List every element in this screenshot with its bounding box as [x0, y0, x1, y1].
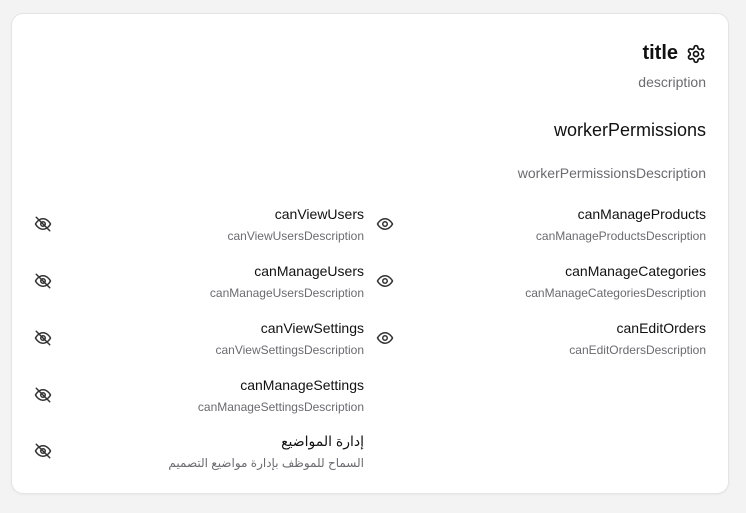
gear-icon	[686, 44, 706, 64]
eye-off-icon[interactable]	[34, 442, 52, 460]
permission-description: canViewSettingsDescription	[215, 343, 364, 357]
permission-item: canManageCategories canManageCategoriesD…	[376, 262, 706, 302]
permission-item: canManageUsers canManageUsersDescription	[34, 262, 364, 302]
card-header: title	[642, 42, 706, 65]
permission-label: canManageUsers	[254, 263, 364, 279]
permission-description: canViewUsersDescription	[227, 229, 365, 243]
permission-description: canEditOrdersDescription	[569, 343, 706, 357]
eye-off-icon[interactable]	[34, 272, 52, 290]
eye-icon[interactable]	[376, 329, 394, 347]
card-description: description	[638, 74, 706, 90]
permission-description: canManageUsersDescription	[209, 286, 364, 300]
permission-label: canManageProducts	[577, 206, 706, 222]
eye-off-icon[interactable]	[34, 386, 52, 404]
permission-description: canManageCategoriesDescription	[525, 286, 706, 300]
permission-label: canManageSettings	[240, 377, 364, 393]
eye-icon[interactable]	[376, 215, 394, 233]
permission-description: canManageProductsDescription	[535, 229, 706, 243]
permission-label: إدارة المواضيع	[281, 433, 364, 449]
permission-label: canEditOrders	[616, 320, 706, 336]
permission-label: canViewUsers	[274, 206, 364, 222]
eye-off-icon[interactable]	[34, 215, 52, 233]
eye-off-icon[interactable]	[34, 329, 52, 347]
eye-icon[interactable]	[376, 272, 394, 290]
settings-card: title description workerPermissions work…	[11, 13, 729, 494]
card-title: title	[642, 42, 678, 64]
permission-description: السماح للموظف بإدارة مواضيع التصميم	[168, 456, 364, 470]
permission-item: إدارة المواضيع السماح للموظف بإدارة مواض…	[34, 432, 364, 472]
section-description: workerPermissionsDescription	[517, 165, 706, 181]
permission-label: canManageCategories	[565, 263, 706, 279]
permission-label: canViewSettings	[260, 320, 364, 336]
permission-item: canViewUsers canViewUsersDescription	[34, 205, 364, 245]
permission-item: canViewSettings canViewSettingsDescripti…	[34, 319, 364, 359]
permission-item: canManageSettings canManageSettingsDescr…	[34, 376, 364, 416]
section-title: workerPermissions	[553, 120, 706, 140]
permission-item: canEditOrders canEditOrdersDescription	[376, 319, 706, 359]
permission-item: canManageProducts canManageProductsDescr…	[376, 205, 706, 245]
permission-description: canManageSettingsDescription	[197, 400, 364, 414]
